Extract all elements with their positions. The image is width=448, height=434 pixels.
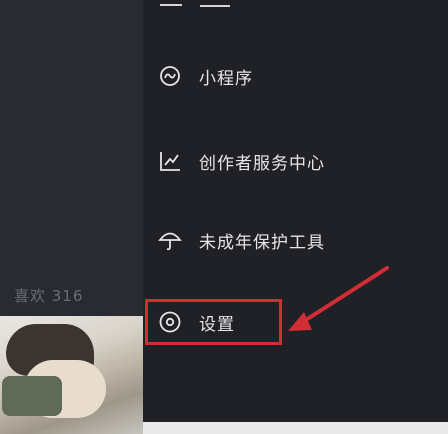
- annotation-arrow: [288, 266, 389, 331]
